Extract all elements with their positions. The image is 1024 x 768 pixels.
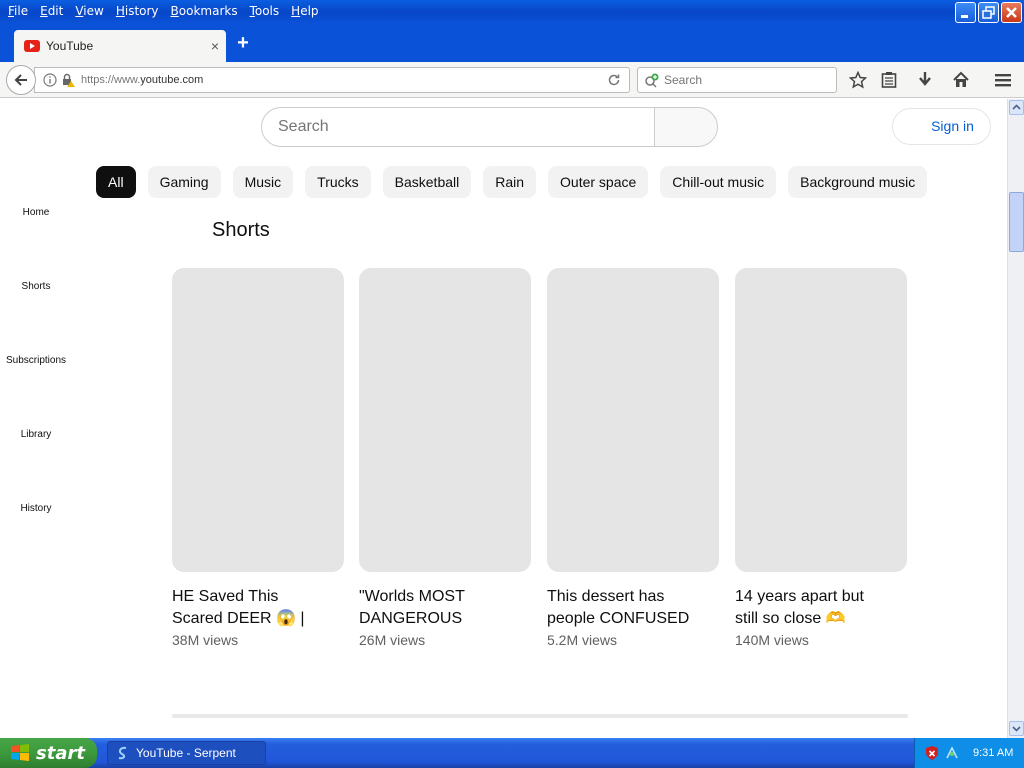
tab-strip: YouTube × +: [0, 24, 1024, 62]
short-thumbnail[interactable]: [172, 268, 344, 572]
short-title[interactable]: HE Saved This Scared DEER 😱 |: [172, 586, 344, 630]
vertical-scrollbar[interactable]: [1007, 99, 1024, 738]
star-icon: [849, 71, 867, 89]
back-button[interactable]: [6, 65, 36, 95]
restore-icon: [982, 6, 995, 19]
start-label: start: [36, 742, 85, 764]
tab-youtube[interactable]: YouTube ×: [14, 30, 226, 62]
short-title[interactable]: 14 years apart but still so close 🫶: [735, 586, 907, 630]
youtube-page: Sign in All Gaming Music Trucks Basketba…: [0, 99, 1007, 738]
chip-music[interactable]: Music: [232, 166, 294, 198]
menu-button[interactable]: [991, 68, 1015, 92]
filter-chips: All Gaming Music Trucks Basketball Rain …: [96, 166, 928, 198]
short-title[interactable]: This dessert has people CONFUSED: [547, 586, 719, 630]
chip-trucks[interactable]: Trucks: [305, 166, 371, 198]
browser-search-input[interactable]: [664, 73, 824, 87]
menu-bookmarks[interactable]: Bookmarks: [167, 4, 246, 18]
chip-basketball[interactable]: Basketball: [382, 166, 472, 198]
browser-window: File Edit View History Bookmarks Tools H…: [0, 0, 1024, 738]
title-bar: File Edit View History Bookmarks Tools H…: [0, 0, 1024, 24]
section-divider: [172, 714, 908, 718]
sign-in-button[interactable]: Sign in: [892, 108, 991, 145]
browser-search-box[interactable]: [637, 67, 837, 93]
home-button[interactable]: [949, 68, 973, 92]
short-thumbnail[interactable]: [359, 268, 531, 572]
chevron-up-icon: [1012, 104, 1021, 110]
menu-bar: File Edit View History Bookmarks Tools H…: [0, 0, 327, 22]
url-text: https://www.youtube.com: [81, 74, 204, 86]
menu-help[interactable]: Help: [287, 4, 326, 18]
close-icon: [1006, 7, 1017, 18]
security-shield-icon[interactable]: [925, 745, 939, 761]
menu-view[interactable]: View: [71, 4, 111, 18]
chip-background-music[interactable]: Background music: [788, 166, 928, 198]
menu-history[interactable]: History: [112, 4, 167, 18]
menu-file[interactable]: File: [4, 4, 36, 18]
clipboard-icon: [881, 72, 897, 88]
bookmark-star-button[interactable]: [846, 68, 870, 92]
sidenav-subscriptions[interactable]: Subscriptions: [0, 355, 72, 366]
menu-edit[interactable]: Edit: [36, 4, 71, 18]
url-bar[interactable]: https://www.youtube.com: [34, 67, 630, 93]
system-tray: 9:31 AM: [914, 738, 1024, 768]
network-icon[interactable]: [945, 746, 959, 760]
chip-all[interactable]: All: [96, 166, 136, 198]
youtube-search-button[interactable]: [654, 107, 718, 147]
shorts-shelf: HE Saved This Scared DEER 😱 | 38M views "…: [172, 268, 908, 658]
windows-logo-icon: [11, 744, 29, 761]
short-card[interactable]: "Worlds MOST DANGEROUS 26M views: [359, 268, 531, 648]
sidenav-history[interactable]: History: [0, 503, 72, 514]
chip-gaming[interactable]: Gaming: [147, 166, 221, 198]
hamburger-icon: [995, 74, 1011, 87]
sidenav-home[interactable]: Home: [0, 207, 72, 218]
search-engine-icon: [645, 73, 659, 88]
youtube-logo-icon: [24, 40, 40, 52]
chip-chill-out-music[interactable]: Chill-out music: [660, 166, 777, 198]
short-views: 140M views: [735, 632, 809, 648]
lock-warning-icon[interactable]: [61, 73, 75, 87]
youtube-search-input[interactable]: [261, 107, 655, 147]
tab-title: YouTube: [46, 39, 94, 53]
info-icon[interactable]: [43, 73, 57, 87]
short-card[interactable]: This dessert has people CONFUSED 5.2M vie…: [547, 268, 719, 648]
back-arrow-icon: [14, 74, 27, 86]
chip-outer-space[interactable]: Outer space: [548, 166, 649, 198]
reload-icon[interactable]: [607, 73, 621, 87]
short-thumbnail[interactable]: [547, 268, 719, 572]
shorts-heading: Shorts: [212, 219, 270, 241]
downloads-button[interactable]: [913, 68, 937, 92]
start-button[interactable]: start: [0, 738, 97, 768]
close-window-button[interactable]: [1001, 2, 1022, 23]
minimize-button[interactable]: [955, 2, 976, 23]
chip-rain[interactable]: Rain: [483, 166, 537, 198]
chevron-down-icon: [1012, 726, 1021, 732]
short-title[interactable]: "Worlds MOST DANGEROUS: [359, 586, 531, 630]
download-arrow-icon: [919, 72, 931, 86]
taskbar-item-youtube[interactable]: YouTube - Serpent: [107, 741, 266, 765]
short-card[interactable]: 14 years apart but still so close 🫶 140M …: [735, 268, 907, 648]
home-icon: [953, 71, 969, 87]
short-thumbnail[interactable]: [735, 268, 907, 572]
scroll-down-button[interactable]: [1009, 721, 1024, 736]
serpent-app-icon: [118, 746, 127, 760]
short-card[interactable]: HE Saved This Scared DEER 😱 | 38M views: [172, 268, 344, 648]
short-views: 5.2M views: [547, 632, 618, 648]
sidenav-shorts[interactable]: Shorts: [0, 281, 72, 292]
restore-button[interactable]: [978, 2, 999, 23]
new-tab-button[interactable]: +: [232, 32, 254, 54]
clock: 9:31 AM: [973, 747, 1014, 759]
short-views: 38M views: [172, 632, 239, 648]
taskbar-item-label: YouTube - Serpent: [136, 746, 236, 760]
short-views: 26M views: [359, 632, 426, 648]
sidenav-library[interactable]: Library: [0, 429, 72, 440]
tab-close-icon[interactable]: ×: [204, 38, 226, 54]
reading-list-button[interactable]: [877, 68, 901, 92]
menu-tools[interactable]: Tools: [246, 4, 288, 18]
scroll-up-button[interactable]: [1009, 100, 1024, 115]
minimize-icon: [961, 15, 968, 18]
taskbar: start YouTube - Serpent 9:31 AM: [0, 738, 1024, 768]
navigation-bar: https://www.youtube.com: [0, 62, 1024, 98]
scrollbar-thumb[interactable]: [1009, 192, 1024, 252]
